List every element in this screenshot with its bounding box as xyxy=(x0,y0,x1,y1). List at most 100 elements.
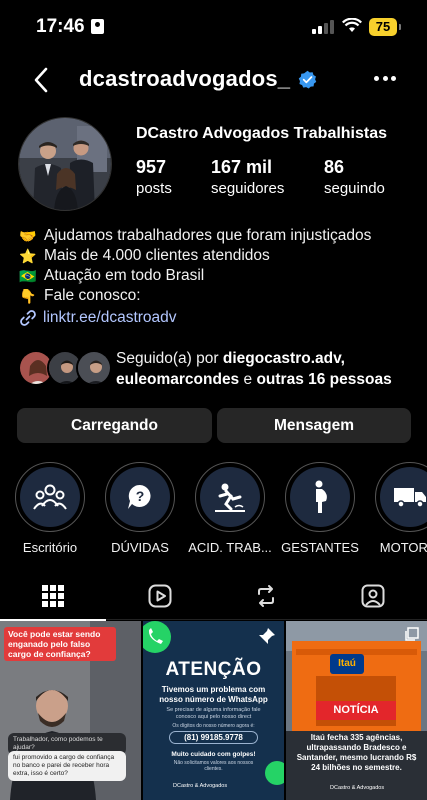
followed-by-row[interactable]: Seguido(a) por diegocastro.adv, euleomar… xyxy=(18,348,418,392)
wifi-icon xyxy=(342,18,362,32)
tab-posts-grid[interactable] xyxy=(0,572,106,621)
bio-text: Atuação em todo Brasil xyxy=(44,267,205,284)
followed-by-user[interactable]: euleomarcondes xyxy=(116,371,239,388)
followed-by-user[interactable]: diegocastro.adv, xyxy=(223,350,345,367)
highlight-label: MOTORIS xyxy=(379,540,427,555)
reels-icon xyxy=(148,584,172,608)
back-arrow-icon[interactable] xyxy=(30,66,54,94)
highlight-gestantes[interactable]: GESTANTES xyxy=(278,462,362,555)
post-title: ATENÇÃO xyxy=(165,659,262,680)
post-warning-detail: Não solicitamos valores aos nossos clien… xyxy=(173,760,254,772)
star-emoji: ⭐ xyxy=(19,247,37,264)
post-headline: Você pode estar sendo enganado pelo fals… xyxy=(4,627,116,661)
post-thumbnail[interactable]: Itaú NOTÍCIA Itaú fecha 335 agências, ul… xyxy=(286,621,427,800)
followed-by-others[interactable]: outras 16 pessoas xyxy=(256,371,391,388)
news-badge: NOTÍCIA xyxy=(316,701,396,720)
status-time: 17:46 xyxy=(36,16,85,37)
grid-icon xyxy=(42,585,64,607)
svg-text:?: ? xyxy=(136,488,145,504)
post-phone: (81) 99185.9778 xyxy=(169,731,258,744)
highlight-ring xyxy=(15,462,85,532)
whatsapp-logo-icon xyxy=(143,621,171,653)
highlight-cover xyxy=(380,467,427,527)
post-warning: Muito cuidado com golpes! xyxy=(171,751,256,758)
post-phone-label: Os dígitos do nosso número agora é: xyxy=(172,723,255,729)
highlight-duvidas[interactable]: ? DÚVIDAS xyxy=(98,462,182,555)
highlight-ring xyxy=(195,462,265,532)
status-bar: 17:46 75 xyxy=(0,0,427,52)
posts-count-value: 957 xyxy=(136,157,167,177)
bio-line: 👇 Fale conosco: xyxy=(19,286,371,306)
avatar-photo xyxy=(19,118,111,210)
highlight-cover xyxy=(200,467,260,527)
story-highlights: Escritório ? DÚVIDAS ACID. TRAB... GESTA… xyxy=(0,462,427,562)
cellular-signal-icon xyxy=(312,20,334,34)
chat-bubble: fui promovido a cargo de confiança no ba… xyxy=(8,751,126,781)
followers-count[interactable]: 167 mil seguidores xyxy=(211,157,284,197)
profile-avatar[interactable] xyxy=(18,117,112,211)
highlight-cover: ? xyxy=(110,467,170,527)
more-options-icon[interactable] xyxy=(374,76,396,84)
truck-icon xyxy=(394,488,426,508)
highlight-motoristas[interactable]: MOTORIS xyxy=(368,462,427,555)
following-count[interactable]: 86 seguindo xyxy=(324,157,385,197)
following-count-value: 86 xyxy=(324,157,345,177)
brazil-flag-emoji: 🇧🇷 xyxy=(19,267,37,284)
post-thumbnail[interactable]: ATENÇÃO Tivemos um problema com nosso nú… xyxy=(143,621,284,800)
followed-by-connector: e xyxy=(243,371,253,388)
bio-line: ⭐ Mais de 4.000 clientes atendidos xyxy=(19,246,371,266)
highlight-ring xyxy=(285,462,355,532)
bio-text: Fale conosco: xyxy=(44,287,141,304)
highlight-acid-trab[interactable]: ACID. TRAB... xyxy=(188,462,272,555)
tab-reposts[interactable] xyxy=(213,572,319,620)
post-grid: Você pode estar sendo enganado pelo fals… xyxy=(0,621,427,800)
highlight-label: GESTANTES xyxy=(281,540,359,555)
pregnant-icon xyxy=(315,480,327,513)
highlight-ring xyxy=(375,462,427,532)
pointing-down-emoji: 👇 xyxy=(19,287,37,304)
profile-header: dcastroadvogados_ xyxy=(0,60,427,100)
bio-text: Mais de 4.000 clientes atendidos xyxy=(44,247,270,264)
verified-badge-icon xyxy=(299,70,317,89)
highlight-label: DÚVIDAS xyxy=(111,540,169,555)
post-small-text: Se precisar de alguma informação fale co… xyxy=(166,707,261,720)
followers-count-value: 167 mil xyxy=(211,157,273,177)
posts-count-label: posts xyxy=(136,180,172,197)
handshake-emoji: 🤝 xyxy=(19,227,37,244)
id-card-icon xyxy=(91,19,104,34)
link-icon xyxy=(20,310,36,326)
profile-tabs xyxy=(0,572,427,621)
highlight-escritorio[interactable]: Escritório xyxy=(8,462,92,555)
question-bubble-icon: ? xyxy=(128,484,151,509)
bio-line: 🤝 Ajudamos trabalhadores que foram injus… xyxy=(19,226,371,246)
bio-link[interactable]: linktr.ee/dcastroadv xyxy=(19,309,177,327)
bio-text: Ajudamos trabalhadores que foram injusti… xyxy=(44,227,372,244)
battery-icon: 75 xyxy=(369,18,401,36)
follower-avatar xyxy=(76,350,112,386)
following-count-label: seguindo xyxy=(324,180,385,197)
followed-by-prefix: Seguido(a) por xyxy=(116,350,219,367)
tab-tagged[interactable] xyxy=(320,572,426,620)
follow-button[interactable]: Carregando xyxy=(17,408,212,443)
whatsapp-logo-icon xyxy=(265,761,284,785)
multiple-images-icon xyxy=(405,627,419,641)
message-button[interactable]: Mensagem xyxy=(217,408,411,443)
bio-line: 🇧🇷 Atuação em todo Brasil xyxy=(19,266,371,286)
bank-logo: Itaú xyxy=(330,654,364,674)
falling-person-icon xyxy=(215,483,245,512)
post-subtitle: Tivemos um problema com nosso número de … xyxy=(159,685,268,704)
profile-username: dcastroadvogados_ xyxy=(79,66,291,91)
followers-count-label: seguidores xyxy=(211,180,285,197)
reposts-icon xyxy=(258,585,274,607)
highlight-ring: ? xyxy=(105,462,175,532)
posts-count[interactable]: 957 posts xyxy=(136,157,172,197)
highlight-cover xyxy=(290,467,350,527)
username-heading: dcastroadvogados_ xyxy=(79,66,317,92)
bio-link-text[interactable]: linktr.ee/dcastroadv xyxy=(43,309,177,327)
tagged-icon xyxy=(361,584,385,608)
tab-reels[interactable] xyxy=(107,572,213,620)
post-news-text: Itaú fecha 335 agências, ultrapassando B… xyxy=(296,733,417,772)
post-thumbnail[interactable]: Você pode estar sendo enganado pelo fals… xyxy=(0,621,141,800)
highlight-label: Escritório xyxy=(22,540,78,555)
highlight-label: ACID. TRAB... xyxy=(188,540,272,555)
